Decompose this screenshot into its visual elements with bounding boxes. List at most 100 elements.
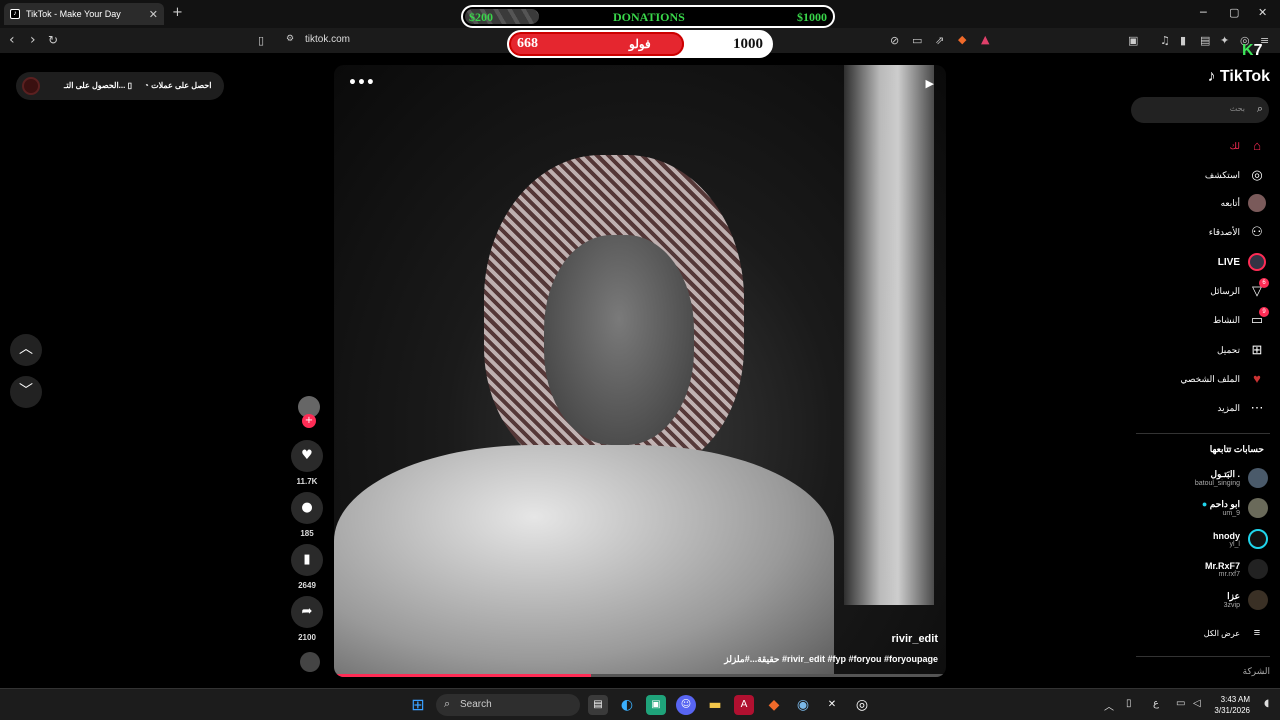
rewards-icon[interactable]: ▲ [981, 33, 989, 46]
forward-icon[interactable]: › [30, 32, 36, 48]
file-explorer-icon[interactable]: ▬ [705, 695, 725, 715]
language-indicator[interactable]: ع [1153, 698, 1159, 709]
tab-close-icon[interactable]: ✕ [149, 8, 158, 21]
site-info-icon[interactable]: ⚙ [286, 34, 294, 44]
browser-tab[interactable]: ♪ TikTok - Make Your Day ✕ [4, 3, 164, 25]
nav-explore[interactable]: استكشف ◎ [1205, 166, 1266, 184]
nav-activity[interactable]: النشاط ▭ 9 [1213, 307, 1269, 329]
clock[interactable]: 3:43 AM 3/31/2026 [1210, 694, 1250, 716]
previous-video-button[interactable]: ︿ [10, 334, 42, 366]
share-count: 2100 [298, 633, 316, 642]
see-all-link[interactable]: عرض الكل ≡ [1204, 624, 1266, 642]
new-tab-button[interactable]: + [172, 5, 183, 20]
more-options-icon[interactable]: ••• [348, 75, 375, 91]
company-link[interactable]: الشركة [1243, 666, 1270, 677]
nav-profile[interactable]: الملف الشخصي ♥ [1180, 370, 1266, 388]
tiktok-logo[interactable]: ♪ TikTok [1207, 68, 1270, 86]
reload-icon[interactable]: ↻ [48, 33, 58, 47]
promo-pill[interactable]: ◔ احصل على عملات الحصول على التـ... ▯ [16, 72, 224, 100]
music-icon[interactable]: ♫ [1160, 34, 1170, 47]
network-icon[interactable]: ▭ [1176, 698, 1185, 709]
search-icon: ⌕ [444, 698, 451, 710]
following-icon [1248, 194, 1266, 212]
task-view-icon[interactable]: ▤ [588, 695, 608, 715]
url-field[interactable]: tiktok.com [305, 34, 350, 45]
taskbar-search[interactable]: ⌕ Search [436, 694, 580, 716]
sound-disc-icon[interactable] [300, 652, 320, 672]
avatar [1248, 559, 1268, 579]
obs-icon[interactable]: ◎ [852, 695, 872, 715]
nav-following[interactable]: أتابعه [1221, 194, 1266, 212]
donations-goal: $1000 [797, 10, 827, 24]
save-button[interactable]: ▮ [291, 544, 323, 576]
avatar [1248, 590, 1268, 610]
back-icon[interactable]: ‹ [9, 32, 15, 48]
following-title: حسابات تتابعها [1209, 444, 1264, 454]
nav-upload[interactable]: تحميل ⊞ [1217, 341, 1266, 359]
share-icon[interactable]: ⇗ [935, 34, 944, 47]
video-progress-bar[interactable] [334, 674, 946, 677]
avatar [22, 77, 40, 95]
save-count: 2649 [298, 581, 316, 590]
nav-messages[interactable]: الرسائل ▽ 6 [1210, 278, 1269, 300]
share-button[interactable]: ➦ [291, 596, 323, 628]
video-username[interactable]: rivir_edit [892, 633, 938, 645]
face-shape [544, 235, 694, 445]
like-button[interactable]: ♥ [291, 440, 323, 472]
nav-home[interactable]: لك ⌂ [1230, 137, 1266, 155]
follow-plus-icon[interactable]: + [302, 414, 316, 428]
wallet-icon[interactable]: ▤ [1200, 34, 1210, 47]
ai-icon[interactable]: ✦ [1220, 34, 1229, 47]
volume-icon[interactable]: ◁ [1193, 698, 1201, 709]
edge-icon[interactable]: ◐ [617, 695, 637, 715]
background-window [844, 65, 934, 605]
search-input[interactable]: بحث ⌕ [1131, 97, 1269, 123]
bookmark-icon[interactable]: ▯ [258, 34, 264, 47]
panel-icon[interactable]: ▮ [1180, 34, 1186, 47]
following-account[interactable]: عزا 3zvip [1224, 590, 1268, 610]
sidebar-toggle-icon[interactable]: ▣ [1128, 34, 1138, 47]
live-icon [1248, 253, 1266, 271]
corner-logo: K7 [1242, 42, 1263, 59]
coins-link[interactable]: ◔ احصل على عملات [144, 81, 211, 90]
tab-title: TikTok - Make Your Day [26, 9, 121, 19]
get-app-link[interactable]: الحصول على التـ... ▯ [64, 81, 132, 90]
search-icon: ⌕ [1256, 102, 1263, 115]
acrobat-icon[interactable]: A [734, 695, 754, 715]
avatar [1248, 468, 1268, 488]
tiktok-favicon-icon: ♪ [10, 9, 20, 19]
close-window-button[interactable]: ✕ [1258, 6, 1267, 19]
video-player[interactable]: ••• ▶ rivir_edit حقيقة...#ملزلز #rivir_e… [334, 65, 946, 677]
compass-icon: ◎ [1251, 167, 1263, 182]
following-account[interactable]: Mr.RxF7 mr.rxf7 [1205, 559, 1268, 579]
notification-icon[interactable]: ◖ [1264, 698, 1269, 709]
tray-expand-icon[interactable]: ︿ [1104, 698, 1114, 713]
comment-button[interactable]: ● [291, 492, 323, 524]
taskbar: ⊞ ⌕ Search ▤ ◐ ▣ ☺ ▬ A ◆ ◉ ✕ ◎ ︿ ▯ ع ▭ ◁ … [0, 688, 1280, 720]
cast-icon[interactable]: ▭ [912, 34, 922, 47]
microphone-icon[interactable]: ▯ [1126, 698, 1132, 709]
brave-icon[interactable]: ◆ [764, 695, 784, 715]
windows-start-icon[interactable]: ⊞ [408, 695, 428, 715]
nav-live[interactable]: LIVE [1218, 253, 1266, 271]
nav-friends[interactable]: الأصدقاء ⚇ [1209, 223, 1266, 241]
maximize-button[interactable]: ▢ [1229, 6, 1239, 19]
following-account[interactable]: ● ابو داحم um_9 [1202, 498, 1268, 518]
steam-icon[interactable]: ◉ [793, 695, 813, 715]
minimize-button[interactable]: ─ [1200, 6, 1207, 19]
capcut-icon[interactable]: ✕ [822, 695, 842, 715]
reader-icon[interactable]: ⊘ [890, 34, 899, 47]
brave-shield-icon[interactable]: ◆ [958, 33, 966, 46]
discord-icon[interactable]: ☺ [676, 695, 696, 715]
verified-icon: ● [1201, 499, 1208, 509]
following-account[interactable]: hnody yl_l [1213, 529, 1268, 549]
donations-title: DONATIONS [613, 10, 685, 24]
following-account[interactable]: البَتـول . batoul_singing [1195, 468, 1268, 488]
avatar [1248, 529, 1268, 549]
next-video-button[interactable]: ﹀ [10, 376, 42, 408]
volume-icon[interactable]: ▶ [926, 77, 934, 90]
app-icon[interactable]: ▣ [646, 695, 666, 715]
avatar [1248, 498, 1268, 518]
nav-more[interactable]: المزيد ⋯ [1217, 399, 1266, 417]
messages-icon: ▽ 6 [1248, 278, 1269, 300]
